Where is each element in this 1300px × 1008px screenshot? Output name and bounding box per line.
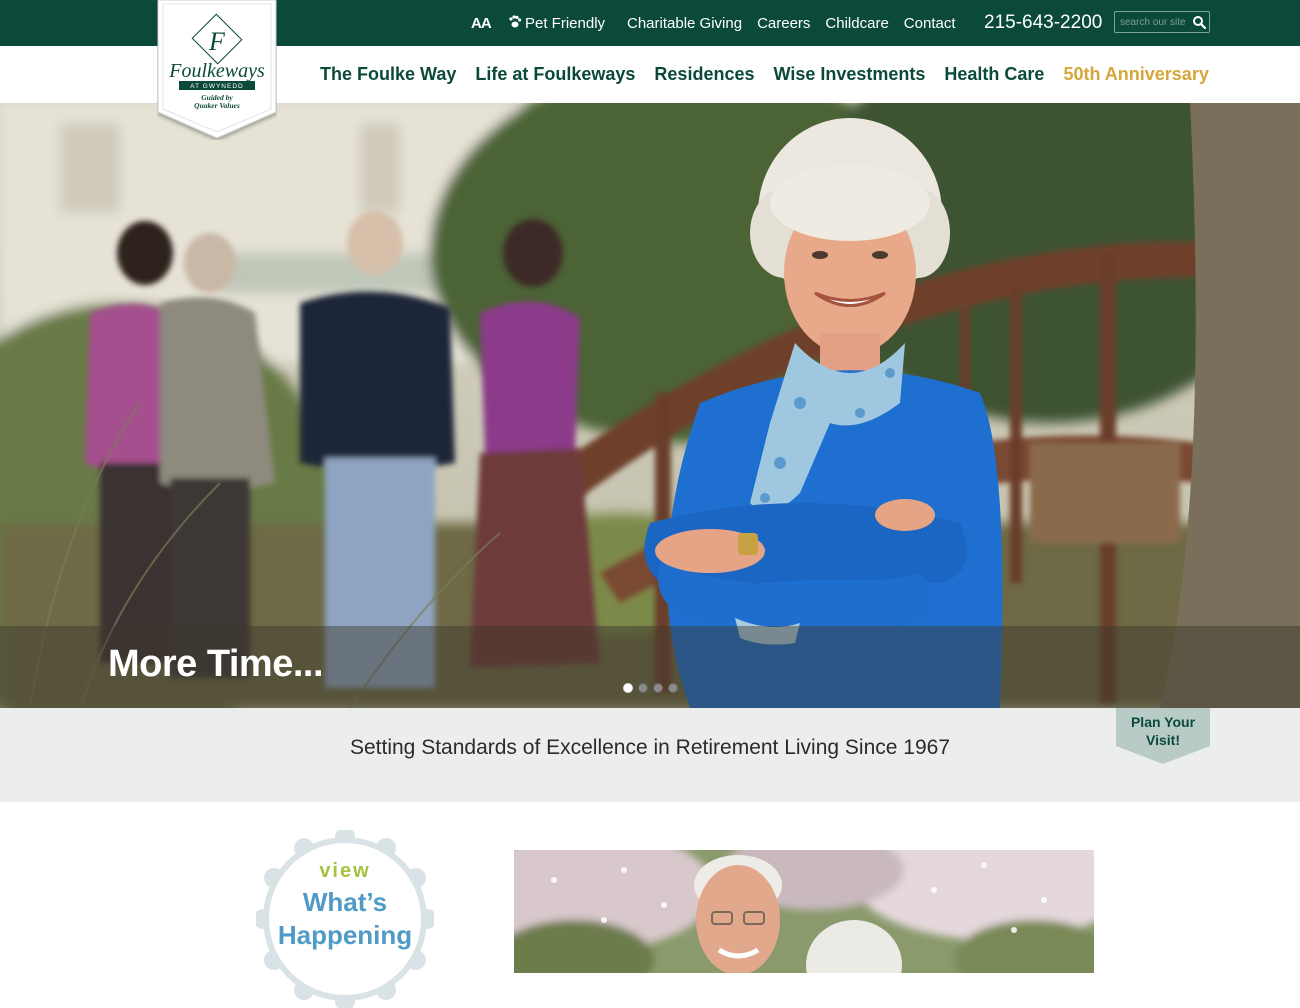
slider-dot-1[interactable] bbox=[623, 683, 633, 693]
logo-badge: F Foulkeways AT GWYNEDD Guided by Quaker… bbox=[157, 0, 277, 139]
couple-photo-art bbox=[514, 850, 1094, 973]
nav-health-care[interactable]: Health Care bbox=[944, 64, 1044, 85]
childcare-link[interactable]: Childcare bbox=[825, 15, 888, 32]
logo-name: Foulkeways bbox=[168, 60, 265, 82]
slider-dots bbox=[623, 683, 678, 693]
slider-dot-4[interactable] bbox=[668, 683, 678, 693]
nav-life-at-foulkeways[interactable]: Life at Foulkeways bbox=[475, 64, 635, 85]
nav-wise-investments[interactable]: Wise Investments bbox=[773, 64, 925, 85]
badge-line-1: What’s bbox=[302, 887, 388, 917]
careers-link[interactable]: Careers bbox=[757, 15, 810, 32]
plan-visit-line2: Visit! bbox=[1146, 732, 1180, 748]
slider-dot-3[interactable] bbox=[653, 683, 663, 693]
pet-friendly-label: Pet Friendly bbox=[525, 14, 606, 32]
badge-line-2: Happening bbox=[277, 920, 413, 950]
logo-monogram: F bbox=[208, 27, 226, 56]
site-logo[interactable]: F Foulkeways AT GWYNEDD Guided by Quaker… bbox=[157, 0, 277, 140]
plan-visit-label[interactable]: Plan Your Visit! bbox=[1116, 713, 1210, 749]
search-icon[interactable] bbox=[1192, 15, 1206, 29]
font-size-label: AA bbox=[471, 14, 492, 32]
hero-photo bbox=[0, 103, 1300, 708]
nav-the-foulke-way[interactable]: The Foulke Way bbox=[320, 64, 456, 85]
paw-icon bbox=[509, 15, 522, 28]
nav-residences[interactable]: Residences bbox=[654, 64, 754, 85]
hero-slider: More Time... bbox=[0, 103, 1300, 708]
slider-dot-2[interactable] bbox=[638, 683, 648, 693]
nav-50th-anniversary[interactable]: 50th Anniversary bbox=[1063, 64, 1208, 85]
search-box bbox=[1114, 11, 1210, 33]
charitable-giving-link[interactable]: Charitable Giving bbox=[627, 15, 742, 32]
utility-links: Charitable Giving Careers Childcare Cont… bbox=[627, 0, 971, 46]
couple-photo bbox=[514, 850, 1094, 973]
whats-happening-text[interactable]: view What’s Happening bbox=[256, 860, 434, 952]
phone-number[interactable]: 215-643-2200 bbox=[984, 0, 1102, 46]
badge-view-label: view bbox=[319, 860, 371, 882]
pet-friendly-link[interactable]: Pet Friendly bbox=[508, 0, 605, 46]
logo-tagline-2: Quaker Values bbox=[194, 101, 240, 110]
site-tagline: Setting Standards of Excellence in Retir… bbox=[349, 736, 951, 759]
tagline-band: Setting Standards of Excellence in Retir… bbox=[0, 708, 1300, 802]
contact-link[interactable]: Contact bbox=[904, 15, 956, 32]
font-size-toggle[interactable]: AA bbox=[471, 0, 492, 46]
main-nav: The Foulke Way Life at Foulkeways Reside… bbox=[320, 46, 1209, 103]
search-input[interactable] bbox=[1115, 12, 1193, 33]
hero-caption: More Time... bbox=[108, 643, 324, 685]
plan-visit-line1: Plan Your bbox=[1130, 714, 1196, 730]
logo-subname: AT GWYNEDD bbox=[190, 83, 243, 90]
